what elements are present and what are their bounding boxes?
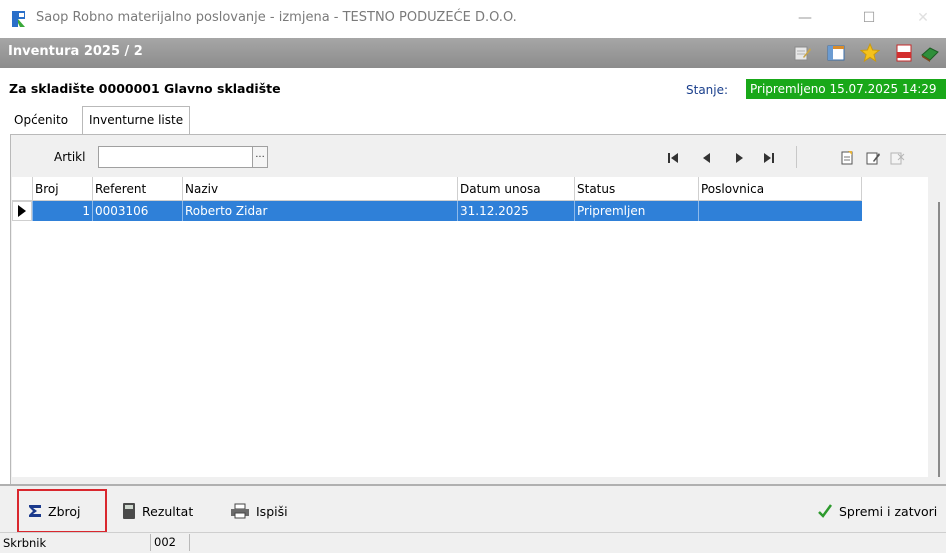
tab-general[interactable]: Općenito <box>8 110 74 134</box>
save-and-close-label: Spremi i zatvori <box>839 503 938 519</box>
owner-value: 002 <box>150 534 190 551</box>
status-bar <box>0 532 946 553</box>
last-record-button[interactable] <box>758 148 780 168</box>
close-button[interactable]: ✕ <box>900 4 946 32</box>
rezultat-button[interactable]: Rezultat <box>122 498 193 524</box>
owner-label: Skrbnik <box>3 536 47 550</box>
layout-icon[interactable] <box>826 43 846 63</box>
book-icon[interactable] <box>920 43 940 63</box>
maximize-button[interactable]: ☐ <box>846 4 892 32</box>
previous-record-button[interactable] <box>696 148 718 168</box>
window-title: Saop Robno materijalno poslovanje - izmj… <box>36 10 517 25</box>
article-input: ... <box>98 146 268 168</box>
save-and-close-button[interactable]: Spremi i zatvori <box>817 498 937 524</box>
column-header-poslovnica[interactable]: Poslovnica <box>698 177 862 201</box>
checkmark-icon <box>818 504 833 518</box>
next-icon <box>736 153 743 163</box>
warehouse-label: Za skladište 0000001 Glavno skladište <box>9 81 281 96</box>
last-icon <box>764 153 774 163</box>
column-header-broj[interactable]: Broj <box>32 177 92 201</box>
cell-poslovnica <box>698 201 862 221</box>
tab-strip: Općenito Inventurne liste <box>0 104 946 134</box>
edit-icon[interactable] <box>792 43 812 63</box>
prev-icon <box>703 153 710 163</box>
column-header-naziv[interactable]: Naziv <box>182 177 457 201</box>
delete-list-button[interactable] <box>886 148 908 168</box>
delete-doc-icon <box>890 152 905 165</box>
ispisi-button[interactable]: Ispiši <box>230 498 288 524</box>
first-icon <box>668 153 678 163</box>
new-doc-icon <box>841 151 853 165</box>
edit-doc-icon <box>866 152 880 165</box>
article-field[interactable] <box>99 147 252 167</box>
toolbar-separator <box>796 146 797 168</box>
minimize-button[interactable]: — <box>782 4 828 32</box>
column-header-status[interactable]: Status <box>574 177 698 201</box>
new-list-button[interactable] <box>836 148 858 168</box>
column-header-referent[interactable]: Referent <box>92 177 182 201</box>
cell-naziv: Roberto Zidar <box>182 201 457 221</box>
cell-referent: 0003106 <box>92 201 182 221</box>
calculator-icon <box>123 503 135 519</box>
inventory-grid[interactable] <box>12 177 928 477</box>
cell-broj: 1 <box>32 201 92 221</box>
highlight-box <box>17 489 107 533</box>
next-record-button[interactable] <box>728 148 750 168</box>
cell-status: Pripremljen <box>574 201 698 221</box>
rezultat-label: Rezultat <box>142 503 194 519</box>
first-record-button[interactable] <box>662 148 684 168</box>
column-header-datum[interactable]: Datum unosa <box>457 177 574 201</box>
state-badge: Pripremljeno 15.07.2025 14:29 <box>746 79 946 99</box>
edit-list-button[interactable] <box>862 148 884 168</box>
form-title: Inventura 2025 / 2 <box>8 44 143 59</box>
state-label: Stanje: <box>686 83 729 97</box>
article-lookup-button[interactable]: ... <box>252 147 267 167</box>
star-icon[interactable] <box>860 43 880 63</box>
scrollbar-thumb[interactable] <box>938 202 940 477</box>
ispisi-label: Ispiši <box>256 503 288 519</box>
printer-icon <box>231 503 249 519</box>
pdf-icon[interactable] <box>894 43 914 63</box>
table-row[interactable]: 1 0003106 Roberto Zidar 31.12.2025 Pripr… <box>12 201 862 221</box>
tab-inventory-lists[interactable]: Inventurne liste <box>82 106 191 134</box>
grid-header: Broj Referent Naziv Datum unosa Status P… <box>12 177 862 201</box>
app-icon <box>12 11 25 27</box>
cell-datum: 31.12.2025 <box>457 201 574 221</box>
article-label: Artikl <box>54 150 86 164</box>
